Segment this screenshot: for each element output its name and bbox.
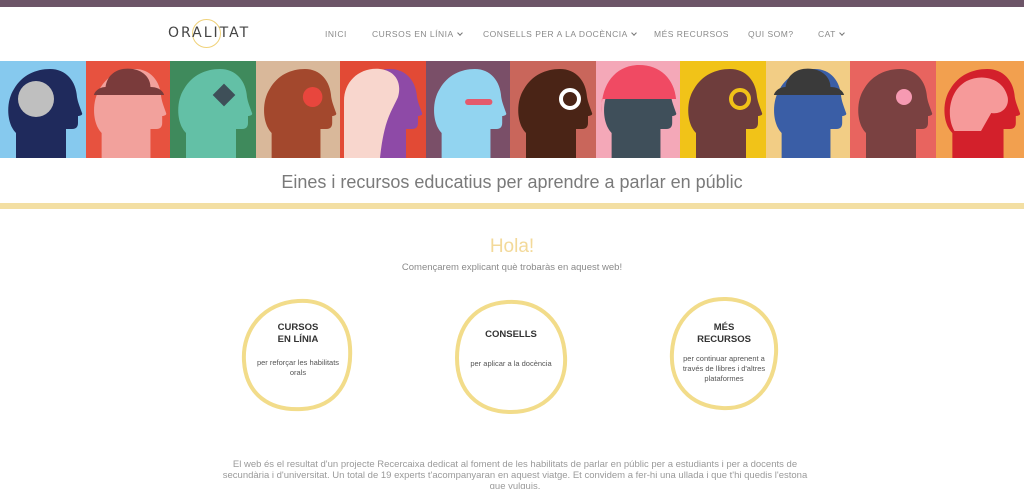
head-tile-circle-face: [0, 61, 86, 158]
card-description: per aplicar a la docència: [470, 359, 552, 368]
card-description: per reforçar les habilitats orals: [256, 358, 340, 377]
top-accent-bar: [0, 0, 1024, 7]
head-tile-brain: [936, 61, 1024, 158]
card-ring-icon: [454, 299, 568, 415]
card-title: CURSOS EN LÍNIA: [277, 322, 319, 345]
card-mes-recursos[interactable]: MÉS RECURSOS per continuar aprenent a tr…: [666, 294, 782, 414]
nav-item-inici[interactable]: INICI: [325, 29, 347, 39]
nav-label: CURSOS EN LÍNIA: [372, 29, 454, 39]
nav-label: INICI: [325, 29, 347, 39]
nav-label: QUI SOM?: [748, 29, 794, 39]
circle-face-icon: [8, 69, 83, 158]
card-consells[interactable]: CONSELLS per aplicar a la docència: [453, 298, 569, 418]
head-tile-eye-patch: [170, 61, 256, 158]
card-cursos-en-linia[interactable]: CURSOS EN LÍNIA per reforçar les habilit…: [240, 295, 356, 415]
chevron-down-icon: [630, 30, 637, 36]
nav-label: CONSELLS PER A LA DOCÈNCIA: [483, 29, 628, 39]
nav-item-cursos[interactable]: CURSOS EN LÍNIA: [372, 29, 463, 39]
head-tile-helmet: [596, 61, 680, 158]
nav-label: MÉS RECURSOS: [654, 29, 729, 39]
heads-banner: [0, 61, 1024, 158]
glasses-icon: [518, 69, 593, 158]
site-tagline: Eines i recursos educatius per aprendre …: [281, 172, 743, 192]
flower-icon: [858, 69, 933, 158]
chevron-down-icon: [839, 30, 845, 36]
head-tile-crown-eye: [256, 61, 340, 158]
project-description: El web és el resultat d'un projecte Rece…: [222, 459, 808, 489]
head-tile-hat: [86, 61, 170, 158]
hat-icon: [93, 68, 167, 158]
head-tile-glasses: [510, 61, 596, 158]
visor-icon: [434, 69, 507, 158]
site-header: ORALITAT INICI CURSOS EN LÍNIA CONSELLS …: [0, 7, 1024, 61]
bowler-icon: [773, 68, 847, 158]
chevron-down-icon: [456, 30, 463, 36]
head-tile-flower: [850, 61, 936, 158]
helmet-icon: [601, 65, 677, 158]
crown-eye-icon: [264, 69, 337, 158]
section-divider: [0, 203, 1024, 209]
head-tile-bowler: [766, 61, 850, 158]
card-description: per continuar aprenent a través de llibr…: [682, 354, 766, 383]
nav-item-mes-recursos[interactable]: MÉS RECURSOS: [654, 29, 729, 39]
intro-title: Hola!: [489, 236, 535, 257]
monocle-icon: [688, 69, 763, 158]
nav-item-qui-som[interactable]: QUI SOM?: [748, 29, 794, 39]
head-tile-visor: [426, 61, 510, 158]
brain-icon: [944, 69, 1021, 158]
card-title: MÉS RECURSOS: [697, 322, 751, 345]
head-tile-monocle: [680, 61, 766, 158]
head-tile-hair: [340, 61, 426, 158]
hair-icon: [344, 68, 423, 158]
nav-item-consells[interactable]: CONSELLS PER A LA DOCÈNCIA: [483, 29, 637, 39]
nav-label: CAT: [818, 29, 836, 39]
main-nav: INICI CURSOS EN LÍNIA CONSELLS PER A LA …: [0, 29, 1024, 43]
card-title: CONSELLS: [485, 329, 537, 340]
card-ring-icon: [241, 298, 353, 412]
nav-item-language[interactable]: CAT: [818, 29, 845, 39]
eye-patch-icon: [178, 69, 253, 158]
intro-subtitle: Començarem explicant què trobaràs en aqu…: [401, 262, 623, 273]
